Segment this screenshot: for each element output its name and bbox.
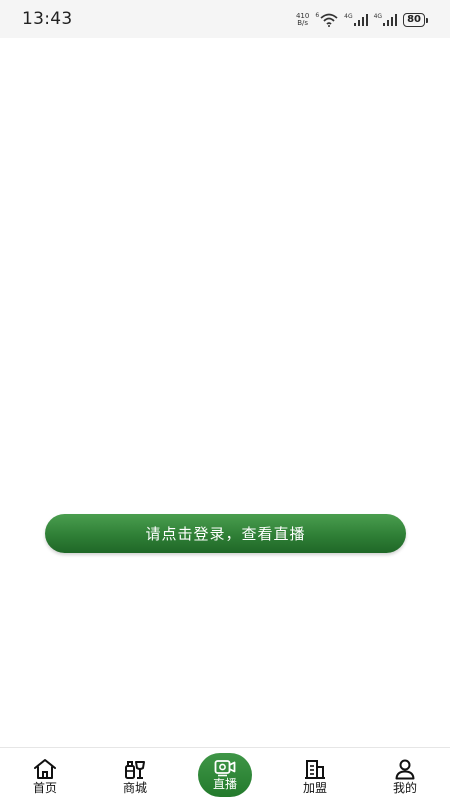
signal-bars-icon (383, 14, 398, 26)
login-to-watch-live-button[interactable]: 请点击登录，查看直播 (45, 514, 406, 553)
wifi-icon (320, 13, 338, 27)
cell-signal-2: 4G (373, 13, 398, 26)
tab-franchise-label: 加盟 (302, 781, 327, 795)
cell-signal-1: 4G (344, 13, 368, 26)
network-speed: 410 B/s (296, 13, 309, 27)
tab-profile-label: 我的 (392, 781, 417, 795)
status-indicators: 410 B/s 6 4G 4G 80 (296, 10, 428, 30)
building-icon (305, 760, 325, 779)
battery-level: 80 (403, 13, 425, 27)
tab-franchise[interactable]: 加盟 (270, 748, 360, 800)
tab-profile[interactable]: 我的 (360, 748, 450, 800)
cell-signal-1-tag: 4G (344, 13, 353, 20)
network-speed-unit: B/s (297, 19, 309, 27)
tab-shop-label: 商城 (122, 781, 147, 795)
battery-indicator: 80 (403, 13, 428, 27)
battery-tip (426, 17, 428, 23)
signal-bars-icon (353, 14, 368, 26)
status-time: 13:43 (22, 9, 73, 29)
tab-home-label: 首页 (32, 781, 57, 795)
status-bar: 13:43 410 B/s 6 4G 4G 80 (0, 0, 450, 38)
wifi-tag: 6 (315, 12, 320, 19)
shop-icon (125, 761, 145, 779)
tab-live[interactable]: 直播 (180, 748, 270, 800)
user-icon (395, 759, 415, 780)
live-camera-icon (214, 760, 236, 777)
cell-signal-2-tag: 4G (373, 13, 383, 20)
app-screen: 13:43 410 B/s 6 4G 4G 80 请点击登录，查看直播 首页 商… (0, 0, 450, 800)
active-tab-highlight: 直播 (198, 753, 252, 797)
tab-shop[interactable]: 商城 (90, 748, 180, 800)
bottom-tab-bar: 首页 商城 直播 加盟 我的 (0, 747, 450, 800)
tab-home[interactable]: 首页 (0, 748, 90, 800)
tab-live-label: 直播 (212, 777, 237, 791)
wifi-indicator: 6 (315, 13, 338, 27)
home-icon (34, 759, 56, 779)
